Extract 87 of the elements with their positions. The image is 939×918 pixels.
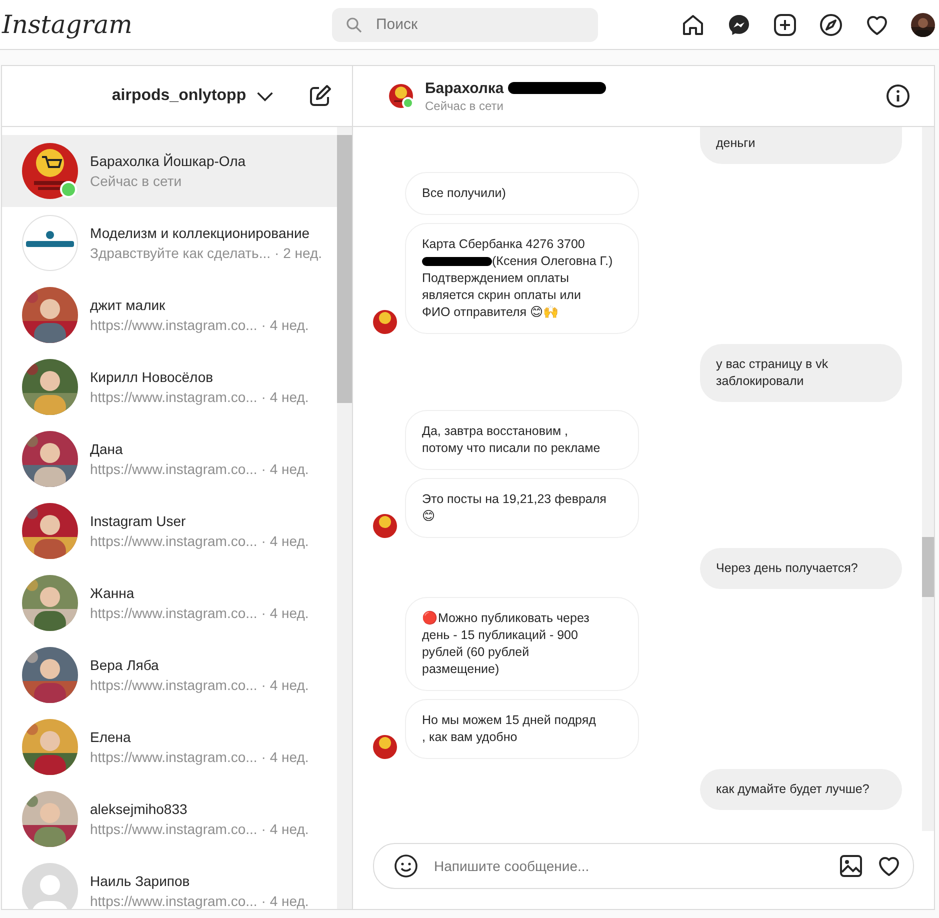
- conversation-name: Instagram User: [90, 513, 187, 529]
- message-text: , как вам удобно: [422, 730, 518, 744]
- composer-bar[interactable]: Напишите сообщение...: [373, 843, 914, 889]
- conversation-item[interactable]: aleksejmiho833 https://www.instagram.co... · 4 нед.: [2, 783, 337, 855]
- message-text: рублей (60 рублей: [422, 645, 530, 659]
- message-text: потому что писали по рекламе: [422, 441, 600, 455]
- message-time: · 4 нед.: [261, 677, 309, 693]
- message-time: · 4 нед.: [261, 461, 309, 477]
- conversation-name: aleksejmiho833: [90, 801, 188, 817]
- message-preview: https://www.instagram.co...: [90, 677, 258, 693]
- compass-icon[interactable]: [819, 12, 843, 36]
- conversation-item[interactable]: Наиль Зарипов https://www.instagram.co... · 4 нед.: [2, 855, 337, 909]
- info-icon[interactable]: [886, 84, 910, 108]
- message-text: Карта Сбербанка 4276 3700: [422, 237, 585, 251]
- message-text: ФИО отправителя 😊🙌: [422, 305, 560, 319]
- conversation-item[interactable]: Барахолка Йошкар-Ола Сейчас в сети: [2, 135, 337, 207]
- message-text: Все получили): [422, 186, 506, 200]
- message-preview: Сейчас в сети: [90, 173, 182, 189]
- message-text: деньги: [716, 136, 756, 150]
- conversation-name: Жанна: [90, 585, 136, 601]
- scrollbar[interactable]: [337, 127, 352, 909]
- message-text: Подтверждением оплаты: [422, 271, 569, 285]
- message-time: · 4 нед.: [261, 533, 309, 549]
- message-text: (Ксения Олеговна Г.): [492, 254, 613, 268]
- message-text: Да, завтра восстановим ,: [422, 424, 568, 438]
- conversation-name: Елена: [90, 729, 132, 745]
- message-text: Но мы можем 15 дней подряд: [422, 713, 596, 727]
- scrollbar[interactable]: [922, 127, 934, 831]
- scrollbar-thumb[interactable]: [337, 135, 352, 403]
- conversation-item[interactable]: Жанна https://www.instagram.co... · 4 нед.: [2, 567, 337, 639]
- message-text: заблокировали: [716, 374, 804, 388]
- home-icon[interactable]: [681, 12, 705, 36]
- conversation-item[interactable]: Instagram User https://www.instagram.co... · 4 нед.: [2, 495, 337, 567]
- message-text: как думайте будет лучше?: [716, 782, 870, 796]
- message-text: у вас страницу в vk: [716, 357, 828, 371]
- chat-title: Барахолка: [425, 80, 504, 96]
- message-preview: Здравствуйте как сделать...: [90, 245, 271, 261]
- conversation-name: джит малик: [90, 297, 166, 313]
- message-text: день - 15 публикаций - 900: [422, 628, 578, 642]
- message-preview: https://www.instagram.co...: [90, 317, 258, 333]
- chat-status: Сейчас в сети: [425, 98, 504, 112]
- search-icon: [346, 16, 362, 32]
- conversation-item[interactable]: Вера Ляба https://www.instagram.co... · 4 нед.: [2, 639, 337, 711]
- conversation-item[interactable]: Елена https://www.instagram.co... · 4 нед.: [2, 711, 337, 783]
- new-message-icon[interactable]: [308, 84, 332, 108]
- new-post-icon[interactable]: [773, 12, 797, 36]
- message-preview: https://www.instagram.co...: [90, 461, 258, 477]
- message-time: · 4 нед.: [261, 389, 309, 405]
- search-input[interactable]: Поиск: [374, 15, 558, 34]
- conversation-name: Дана: [90, 441, 124, 457]
- conversation-name: Барахолка Йошкар-Ола: [90, 153, 246, 169]
- conversation-item[interactable]: Дана https://www.instagram.co... · 4 нед.: [2, 423, 337, 495]
- message-time: · 2 нед.: [274, 245, 322, 261]
- message-preview: https://www.instagram.co...: [90, 389, 258, 405]
- message-text: 🔴Можно публиковать через: [422, 611, 590, 625]
- message-text: 😊: [422, 509, 436, 523]
- conversation-item[interactable]: джит малик https://www.instagram.co... · 4 нед.: [2, 279, 337, 351]
- message-preview: https://www.instagram.co...: [90, 893, 258, 909]
- conversation-name: Кирилл Новосёлов: [90, 369, 214, 385]
- message-time: · 4 нед.: [261, 317, 309, 333]
- chevron-icon: [256, 90, 274, 102]
- conversation-name: Моделизм и коллекционирование: [90, 225, 311, 241]
- message-preview: https://www.instagram.co...: [90, 533, 258, 549]
- redaction-mark: [422, 257, 492, 266]
- message-time: · 4 нед.: [261, 821, 309, 837]
- scrollbar-thumb[interactable]: [922, 537, 934, 597]
- conversation-name: Наиль Зарипов: [90, 873, 191, 889]
- conversation-name: Вера Ляба: [90, 657, 160, 673]
- message-text: Это посты на 19,21,23 февраля: [422, 492, 606, 506]
- search-bar[interactable]: Поиск: [332, 8, 598, 42]
- message-preview: https://www.instagram.co...: [90, 749, 258, 765]
- heart-icon[interactable]: [877, 854, 901, 878]
- message-text: является скрин оплаты или: [422, 288, 581, 302]
- message-text: Через день получается?: [716, 561, 858, 575]
- message-time: · 4 нед.: [261, 893, 309, 909]
- message-preview: https://www.instagram.co...: [90, 821, 258, 837]
- emoji-icon[interactable]: [394, 854, 418, 878]
- instagram-logo[interactable]: Instagram: [2, 10, 332, 39]
- conversation-item[interactable]: Моделизм и коллекционирование Здравствуйте как сделать... · 2 нед.: [2, 207, 337, 279]
- conversation-item[interactable]: Кирилл Новосёлов https://www.instagram.co... · 4 нед.: [2, 351, 337, 423]
- message-time: · 4 нед.: [261, 605, 309, 621]
- image-icon[interactable]: [839, 854, 863, 878]
- message-text: размещение): [422, 662, 500, 676]
- messenger-icon[interactable]: [727, 12, 751, 36]
- message-preview: https://www.instagram.co...: [90, 605, 258, 621]
- message-time: · 4 нед.: [261, 749, 309, 765]
- account-switcher[interactable]: airpods_onlytopp: [78, 86, 308, 106]
